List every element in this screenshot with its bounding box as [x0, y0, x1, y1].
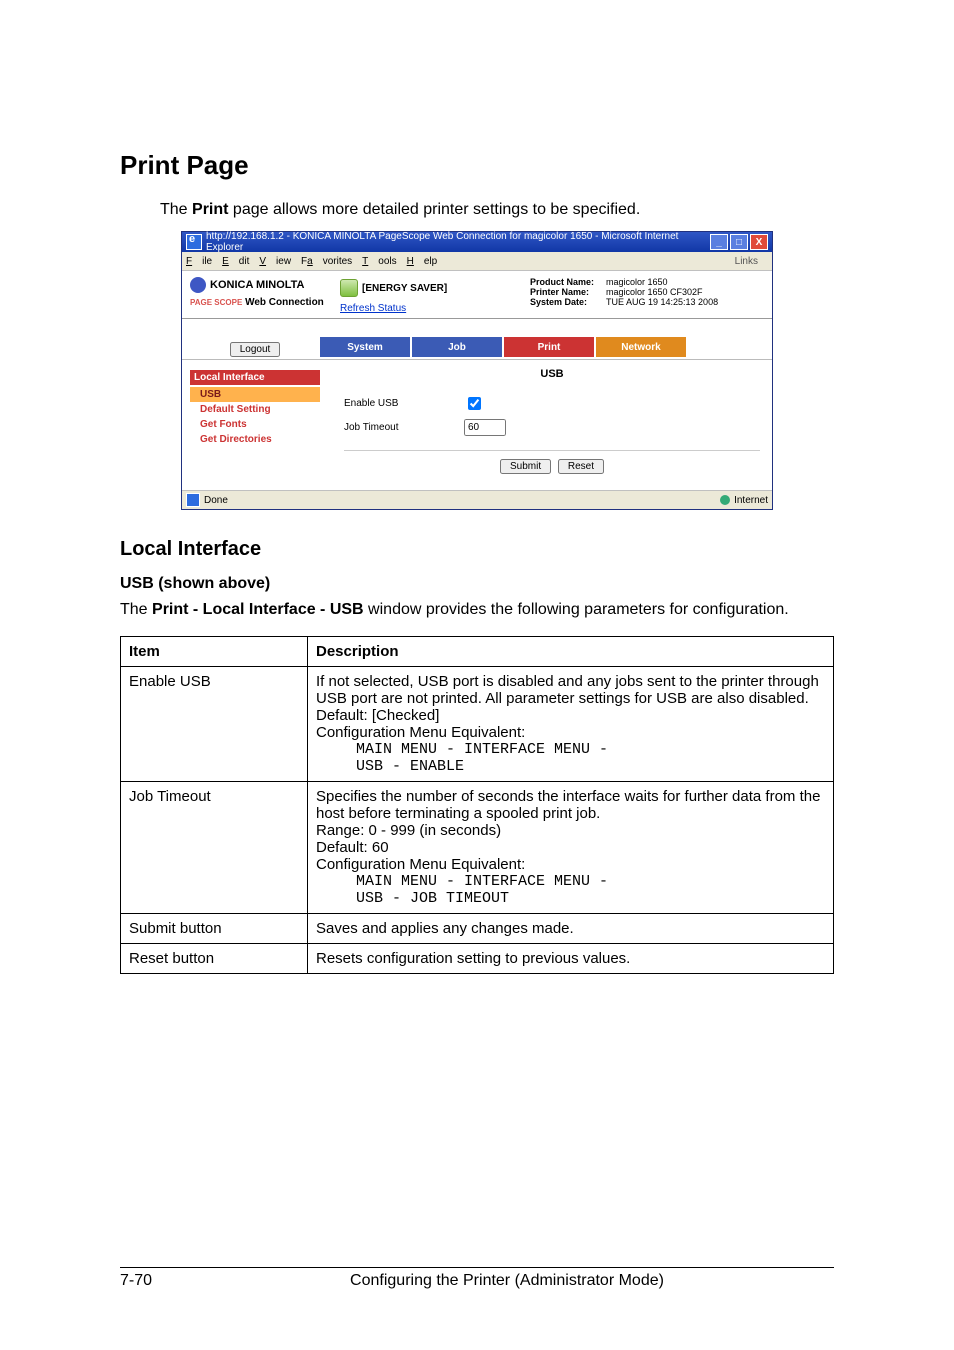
tab-network[interactable]: Network: [596, 337, 686, 357]
product-name-value: magicolor 1650: [606, 277, 668, 287]
window-minimize-button[interactable]: _: [710, 234, 728, 250]
sidebar-group-local-interface: Local Interface: [190, 370, 320, 385]
tab-bar: Logout System Job Print Network: [182, 319, 772, 357]
job-timeout-input[interactable]: [464, 419, 506, 436]
printer-name-value: magicolor 1650 CF302F: [606, 287, 703, 297]
sidebar: Local Interface USB Default Setting Get …: [190, 360, 320, 482]
logout-button[interactable]: Logout: [230, 342, 281, 357]
table-row: Enable USBIf not selected, USB port is d…: [121, 666, 834, 781]
window-maximize-button[interactable]: □: [730, 234, 748, 250]
status-done-text: Done: [204, 495, 228, 506]
enable-usb-checkbox[interactable]: [468, 397, 481, 410]
desc-line: Default: [Checked]: [316, 707, 825, 724]
cell-item: Reset button: [121, 943, 308, 973]
desc-line: Configuration Menu Equivalent:: [316, 724, 825, 741]
desc-line: Range: 0 - 999 (in seconds): [316, 822, 825, 839]
page-footer: 7-70 Configuring the Printer (Administra…: [120, 1267, 834, 1290]
table-row: Reset button Resets configuration setting…: [121, 943, 834, 973]
system-date-label: System Date:: [530, 297, 606, 307]
km-logo-icon: [190, 277, 206, 293]
pagescope-web-connection-label: PAGE SCOPE Web Connection: [190, 297, 340, 308]
desc-line: Resets configuration setting to previous…: [316, 950, 825, 967]
internet-zone-icon: [720, 495, 730, 505]
sidebar-item-get-directories[interactable]: Get Directories: [190, 432, 320, 447]
col-description: Description: [308, 636, 834, 666]
ie-title-text: http://192.168.1.2 - KONICA MINOLTA Page…: [206, 231, 708, 253]
printer-name-label: Printer Name:: [530, 287, 606, 297]
km-brand-text: KONICA MINOLTA: [210, 279, 305, 291]
intro-pre: The: [160, 201, 192, 218]
ie-icon: [186, 234, 202, 250]
energy-saver-label: [ENERGY SAVER]: [362, 283, 447, 294]
cell-description: Resets configuration setting to previous…: [308, 943, 834, 973]
para-pre: The: [120, 601, 152, 618]
col-item: Item: [121, 636, 308, 666]
tab-job[interactable]: Job: [412, 337, 502, 357]
cell-item: Job Timeout: [121, 781, 308, 913]
status-internet-text: Internet: [734, 495, 768, 506]
table-row: Submit button Saves and applies any chang…: [121, 913, 834, 943]
ie-menubar: File Edit View Favorites Tools Help Link…: [182, 252, 772, 271]
spec-table: Item Description Enable USBIf not select…: [120, 636, 834, 974]
job-timeout-label: Job Timeout: [344, 422, 464, 433]
intro-paragraph: The Print page allows more detailed prin…: [160, 199, 834, 221]
window-close-button[interactable]: X: [750, 234, 768, 250]
desc-mono: MAIN MENU - INTERFACE MENU - USB - JOB T…: [356, 873, 825, 907]
desc-line: Default: 60: [316, 839, 825, 856]
desc-line: If not selected, USB port is disabled an…: [316, 673, 825, 707]
usb-description-paragraph: The Print - Local Interface - USB window…: [120, 599, 834, 621]
done-icon: [186, 493, 200, 507]
sidebar-item-get-fonts[interactable]: Get Fonts: [190, 417, 320, 432]
system-date-value: TUE AUG 19 14:25:13 2008: [606, 297, 718, 307]
desc-line: Saves and applies any changes made.: [316, 920, 825, 937]
menu-file[interactable]: File: [186, 256, 212, 267]
sidebar-item-default-setting[interactable]: Default Setting: [190, 402, 320, 417]
page-number: 7-70: [120, 1272, 180, 1290]
menu-help[interactable]: Help: [407, 256, 438, 267]
para-post: window provides the following parameters…: [364, 601, 789, 618]
desc-line: Configuration Menu Equivalent:: [316, 856, 825, 873]
menu-edit[interactable]: Edit: [222, 256, 249, 267]
heading-print-page: Print Page: [120, 150, 834, 181]
menu-favorites[interactable]: Favorites: [301, 256, 352, 267]
desc-line: Specifies the number of seconds the inte…: [316, 788, 825, 822]
refresh-status-link[interactable]: Refresh Status: [340, 303, 530, 314]
cell-description: Saves and applies any changes made.: [308, 913, 834, 943]
km-logo: KONICA MINOLTA: [190, 277, 340, 293]
submit-button[interactable]: [500, 459, 551, 474]
heading-local-interface: Local Interface: [120, 538, 834, 561]
divider: [344, 450, 760, 451]
ie-titlebar: http://192.168.1.2 - KONICA MINOLTA Page…: [182, 232, 772, 252]
reset-button[interactable]: [558, 459, 604, 474]
cell-description: If not selected, USB port is disabled an…: [308, 666, 834, 781]
menu-links[interactable]: Links: [735, 256, 758, 267]
menu-view[interactable]: View: [259, 256, 291, 267]
heading-usb-shown: USB (shown above): [120, 575, 834, 593]
menu-tools[interactable]: Tools: [362, 256, 396, 267]
panel-title: USB: [344, 368, 760, 380]
main-panel: USB Enable USB Job Timeout: [320, 360, 764, 482]
km-header: KONICA MINOLTA PAGE SCOPE Web Connection…: [182, 271, 772, 319]
cell-item: Enable USB: [121, 666, 308, 781]
desc-mono: MAIN MENU - INTERFACE MENU - USB - ENABL…: [356, 741, 825, 775]
tab-print[interactable]: Print: [504, 337, 594, 357]
tab-system[interactable]: System: [320, 337, 410, 357]
energy-saver-icon: [340, 279, 358, 297]
intro-bold: Print: [192, 201, 228, 218]
pagescope-prefix: PAGE SCOPE: [190, 299, 242, 307]
intro-post: page allows more detailed printer settin…: [228, 201, 640, 218]
enable-usb-label: Enable USB: [344, 398, 464, 409]
cell-item: Submit button: [121, 913, 308, 943]
footer-title: Configuring the Printer (Administrator M…: [180, 1272, 834, 1290]
para-bold: Print - Local Interface - USB: [152, 601, 364, 618]
sidebar-item-usb[interactable]: USB: [190, 387, 320, 402]
printer-info: Product Name:magicolor 1650 Printer Name…: [530, 277, 718, 314]
cell-description: Specifies the number of seconds the inte…: [308, 781, 834, 913]
product-name-label: Product Name:: [530, 277, 606, 287]
embedded-screenshot: http://192.168.1.2 - KONICA MINOLTA Page…: [181, 231, 773, 510]
ie-statusbar: Done Internet: [182, 490, 772, 509]
web-connection-text: Web Connection: [245, 297, 324, 308]
table-row: Job TimeoutSpecifies the number of secon…: [121, 781, 834, 913]
